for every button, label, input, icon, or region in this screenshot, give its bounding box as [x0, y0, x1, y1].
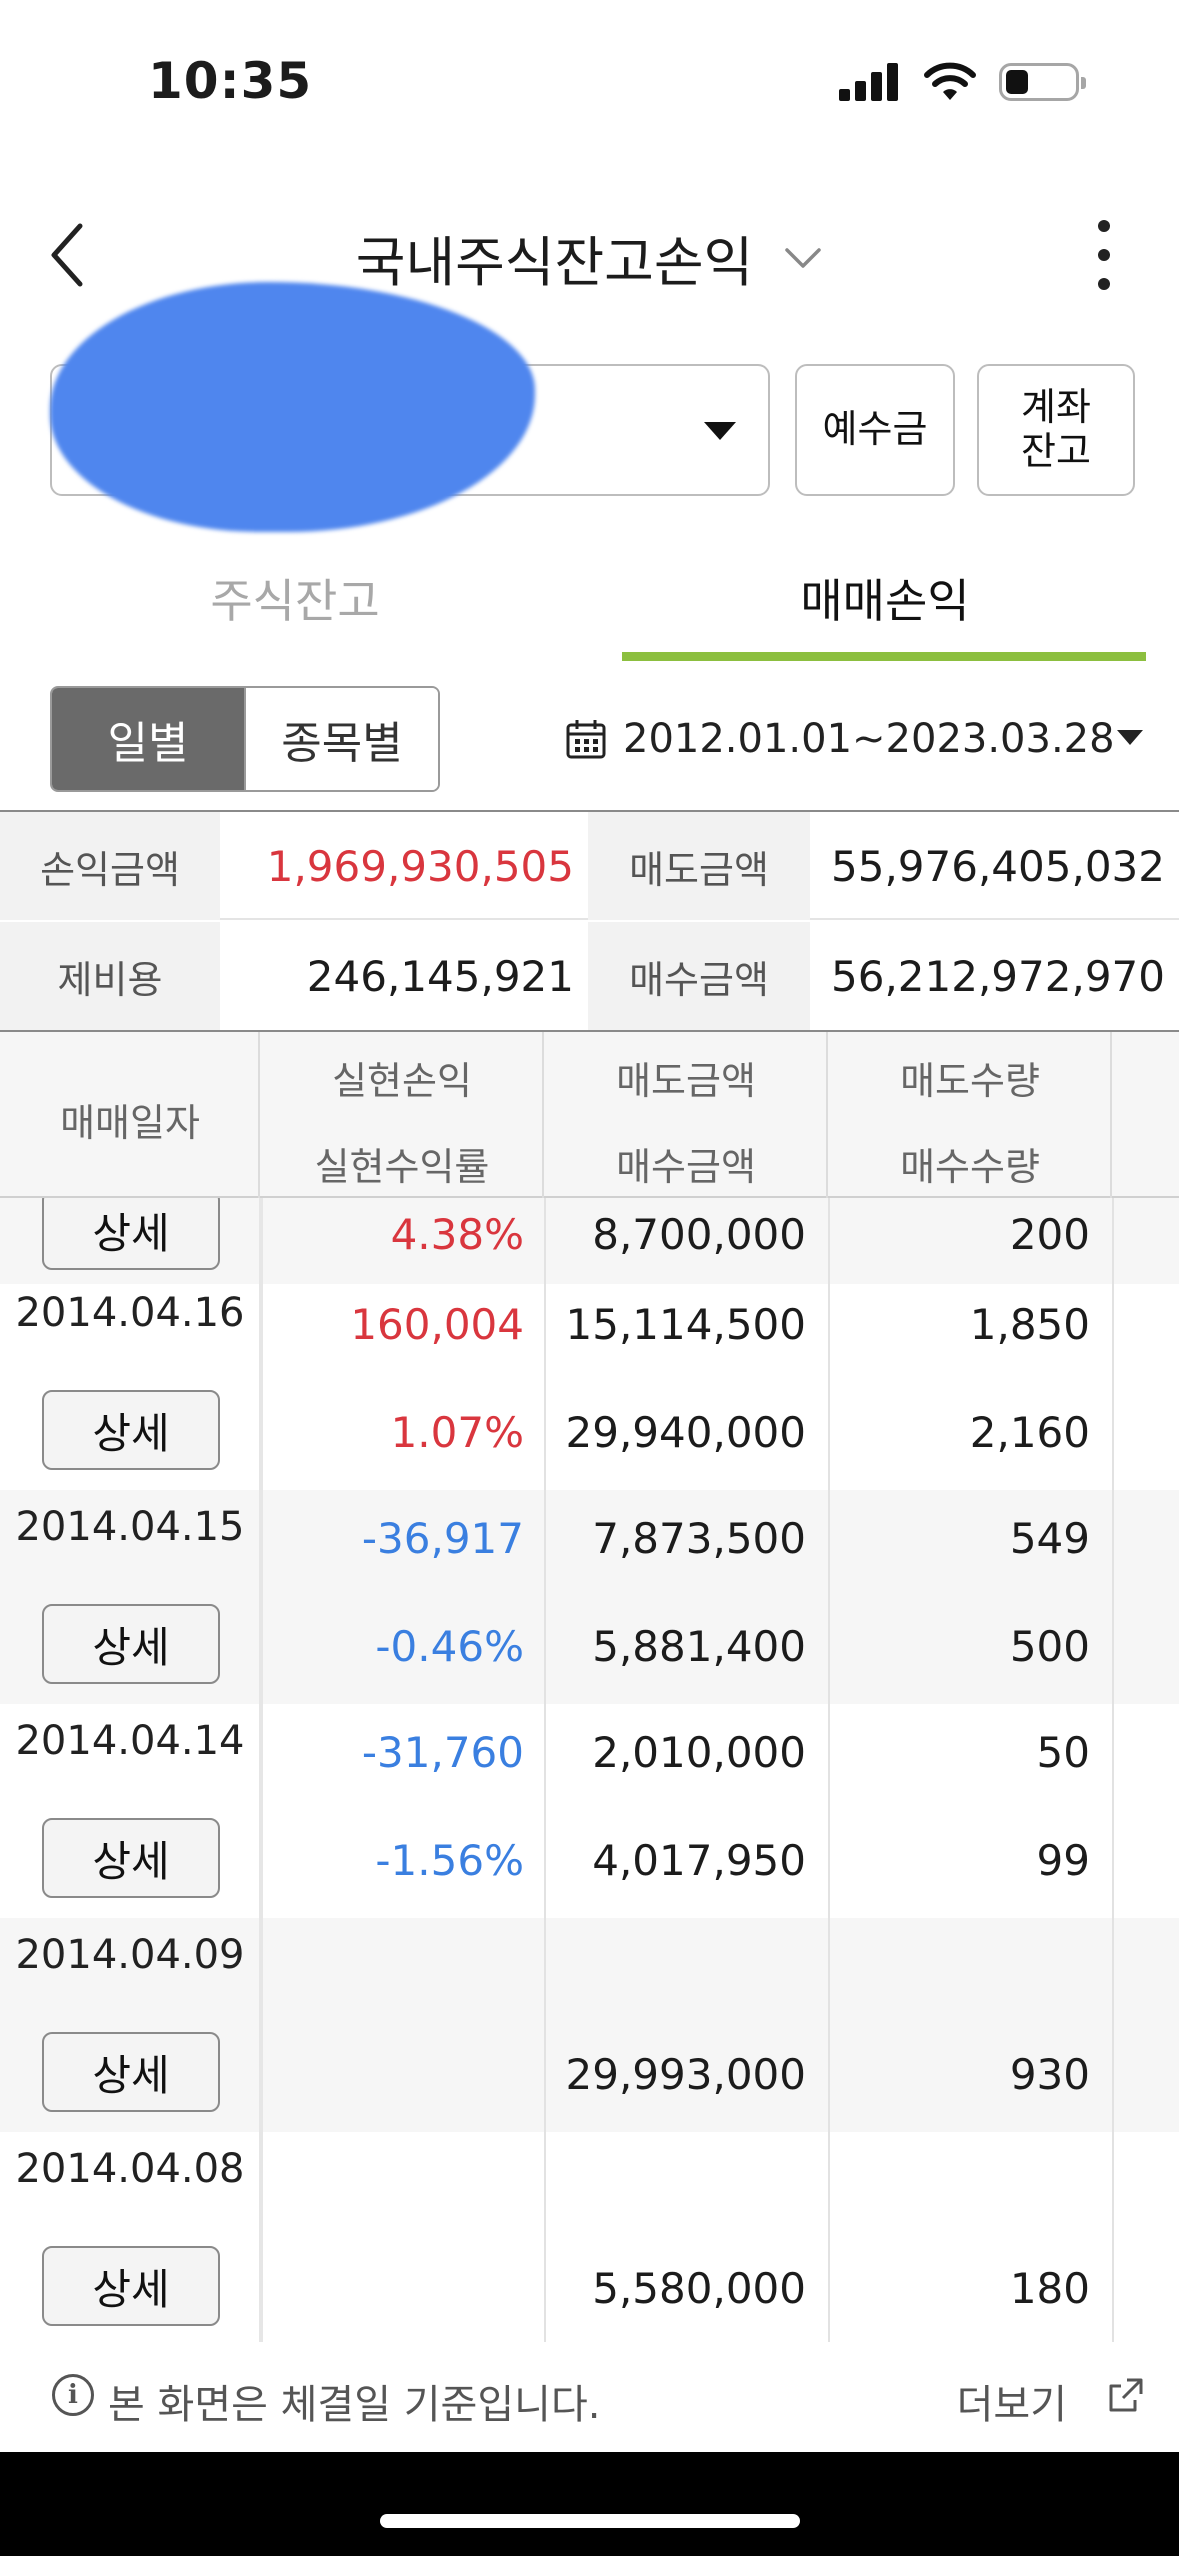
header-realized-pnl: 실현손익 [332, 1059, 472, 1103]
buy-amount: 5,881,400 [592, 1622, 806, 1671]
fees-label: 제비용 [0, 922, 220, 1030]
account-balance-label-line2: 잔고 [1021, 429, 1091, 473]
header-sell-amount: 매도금액 [616, 1059, 756, 1103]
header-buy-qty: 매수수량 [900, 1145, 1040, 1189]
trade-date: 2014.04.15 [15, 1504, 245, 1550]
sell-amount-label: 매도금액 [588, 812, 810, 920]
sell-qty: 1,850 [969, 1300, 1090, 1349]
realized-rate: 4.38% [390, 1210, 524, 1259]
table-row: 2014.04.16 상세 160,004 1.07% 15,114,500 2… [0, 1276, 1179, 1490]
table-row: 2014.04.15 상세 -36,917 -0.46% 7,873,500 5… [0, 1490, 1179, 1704]
view-toggle: 일별 종목별 [50, 686, 440, 792]
buy-amount: 5,580,000 [592, 2264, 806, 2313]
deposit-button[interactable]: 예수금 [795, 364, 955, 496]
date-caret-icon[interactable] [1117, 730, 1143, 745]
chevron-down-icon [785, 247, 821, 268]
footer-note: 본 화면은 체결일 기준입니다. [108, 2382, 601, 2428]
buy-amount: 29,940,000 [565, 1408, 806, 1457]
buy-amount-value: 56,212,972,970 [831, 951, 1165, 1001]
cellular-signal-icon [839, 63, 898, 101]
detail-button[interactable]: 상세 [42, 2246, 220, 2326]
screen-title-dropdown[interactable]: 국내주식잔고손익 [0, 218, 1179, 297]
date-range-text: 2012.01.01~2023.03.28 [623, 716, 1115, 762]
realized-pnl: -36,917 [361, 1514, 524, 1563]
trade-date: 2014.04.16 [15, 1290, 245, 1336]
detail-button[interactable]: 상세 [42, 1604, 220, 1684]
tab-bar: 주식잔고 매매손익 [0, 545, 1179, 665]
buy-qty: 2,160 [969, 1408, 1090, 1457]
status-time: 10:35 [148, 52, 313, 110]
toggle-by-stock[interactable]: 종목별 [244, 688, 438, 790]
tab-trading-pnl[interactable]: 매매손익 [590, 565, 1179, 631]
column-divider [1112, 1198, 1114, 2342]
battery-icon [999, 63, 1086, 101]
buy-qty: 200 [1009, 1210, 1090, 1259]
buy-amount-label: 매수금액 [588, 922, 810, 1030]
column-divider [828, 1198, 830, 2342]
detail-button[interactable]: 상세 [42, 2032, 220, 2112]
header-buy-amount: 매수금액 [616, 1145, 756, 1189]
detail-button[interactable]: 상세 [42, 1390, 220, 1470]
buy-qty: 180 [1009, 2264, 1090, 2313]
realized-rate: -0.46% [375, 1622, 524, 1671]
more-options-icon[interactable] [1089, 220, 1119, 290]
toggle-daily[interactable]: 일별 [52, 688, 244, 790]
buy-amount: 8,700,000 [592, 1210, 806, 1259]
realized-pnl: -31,760 [361, 1728, 524, 1777]
pnl-amount-value: 1,969,930,505 [266, 841, 574, 891]
buy-qty: 500 [1009, 1622, 1090, 1671]
table-row: 2014.04.09 상세 29,993,000 930 [0, 1918, 1179, 2132]
account-balance-label-line1: 계좌 [1021, 385, 1091, 430]
status-icons [839, 62, 1086, 102]
pnl-amount-label: 손익금액 [0, 812, 220, 920]
status-bar: 10:35 [0, 0, 1179, 150]
sell-qty: 549 [1009, 1514, 1090, 1563]
sell-amount: 15,114,500 [565, 1300, 806, 1349]
column-divider [544, 1198, 546, 2342]
sell-amount: 7,873,500 [592, 1514, 806, 1563]
home-indicator-area [0, 2452, 1179, 2556]
app-header: 국내주식잔고손익 [0, 190, 1179, 310]
trade-date: 2014.04.14 [15, 1718, 245, 1764]
home-indicator[interactable] [380, 2514, 800, 2528]
trade-table[interactable]: 상세 4.38% 8,700,000 200 2014.04.16 상세 160… [0, 1198, 1179, 2342]
column-divider [259, 1198, 263, 2342]
dropdown-caret-icon [704, 422, 736, 440]
footer-bar: i 본 화면은 체결일 기준입니다. 더보기 [0, 2342, 1179, 2450]
table-row: 2014.04.14 상세 -31,760 -1.56% 2,010,000 4… [0, 1704, 1179, 1918]
pnl-summary: 손익금액 1,969,930,505 매도금액 55,976,405,032 제… [0, 810, 1179, 1032]
table-row: 2014.04.08 상세 5,580,000 180 [0, 2132, 1179, 2342]
buy-amount: 29,993,000 [565, 2050, 806, 2099]
table-header: 매매일자 실현손익 실현수익률 매도금액 매수금액 매도수량 매수수량 [0, 1032, 1179, 1198]
realized-rate: -1.56% [375, 1836, 524, 1885]
sell-amount-value: 55,976,405,032 [831, 841, 1165, 891]
external-link-icon[interactable] [1105, 2376, 1145, 2416]
deposit-button-label: 예수금 [822, 407, 928, 452]
page-title: 국내주식잔고손익 [355, 231, 754, 294]
trade-date: 2014.04.08 [15, 2146, 245, 2192]
realized-rate: 1.07% [390, 1408, 524, 1457]
active-tab-indicator [622, 652, 1146, 661]
info-icon: i [52, 2374, 94, 2416]
account-balance-button[interactable]: 계좌 잔고 [977, 364, 1135, 496]
tab-stock-balance[interactable]: 주식잔고 [0, 565, 590, 631]
fees-value: 246,145,921 [306, 951, 574, 1001]
buy-qty: 930 [1009, 2050, 1090, 2099]
buy-amount: 4,017,950 [592, 1836, 806, 1885]
detail-button[interactable]: 상세 [42, 1818, 220, 1898]
sell-amount: 2,010,000 [592, 1728, 806, 1777]
wifi-icon [924, 62, 976, 100]
header-trade-date: 매매일자 [60, 1101, 200, 1145]
header-realized-rate: 실현수익률 [314, 1145, 490, 1189]
calendar-icon [566, 720, 606, 759]
trade-date: 2014.04.09 [15, 1932, 245, 1978]
sell-qty: 50 [1036, 1728, 1090, 1777]
header-sell-qty: 매도수량 [900, 1059, 1040, 1103]
buy-qty: 99 [1036, 1836, 1090, 1885]
table-row: 상세 4.38% 8,700,000 200 [0, 1198, 1179, 1284]
realized-pnl: 160,004 [350, 1300, 524, 1349]
date-range-picker[interactable]: 2012.01.01~2023.03.28 [565, 706, 1115, 772]
more-link[interactable]: 더보기 [957, 2372, 1067, 2430]
detail-button[interactable]: 상세 [42, 1198, 220, 1270]
